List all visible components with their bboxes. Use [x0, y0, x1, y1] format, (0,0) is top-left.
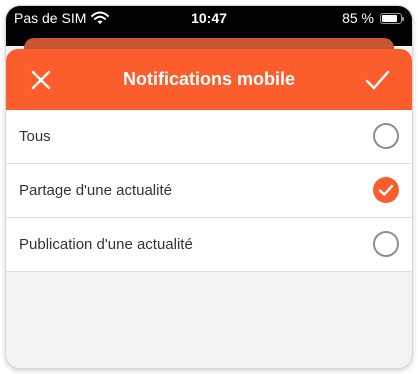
close-button[interactable] [27, 66, 55, 94]
option-label: Publication d'une actualité [19, 236, 193, 253]
battery-fill [382, 14, 397, 22]
option-row-partage[interactable]: Partage d'une actualité [6, 163, 412, 217]
radio-button[interactable] [373, 177, 399, 203]
modal-title: Notifications mobile [122, 69, 295, 89]
option-row-tous[interactable]: Tous [6, 110, 412, 163]
modal-header: Notifications mobile [6, 49, 412, 110]
option-label: Partage d'une actualité [19, 182, 172, 199]
battery-status: 85 % [342, 10, 404, 26]
confirm-button[interactable] [363, 66, 391, 94]
radio-button[interactable] [373, 231, 399, 257]
check-icon [365, 70, 390, 90]
option-label: Tous [19, 128, 51, 145]
battery-icon [380, 12, 404, 24]
radio-button[interactable] [373, 123, 399, 149]
options-list: Tous Partage d'une actualité Publication… [6, 110, 412, 272]
close-icon [31, 70, 51, 90]
phone-screen: Pas de SIM 10:47 85 % Notifications mobi… [6, 6, 412, 368]
option-row-publication[interactable]: Publication d'une actualité [6, 217, 412, 271]
battery-percent: 85 % [342, 10, 374, 26]
check-icon [378, 184, 394, 196]
notifications-modal: Notifications mobile Tous Partage d'une … [6, 49, 412, 368]
